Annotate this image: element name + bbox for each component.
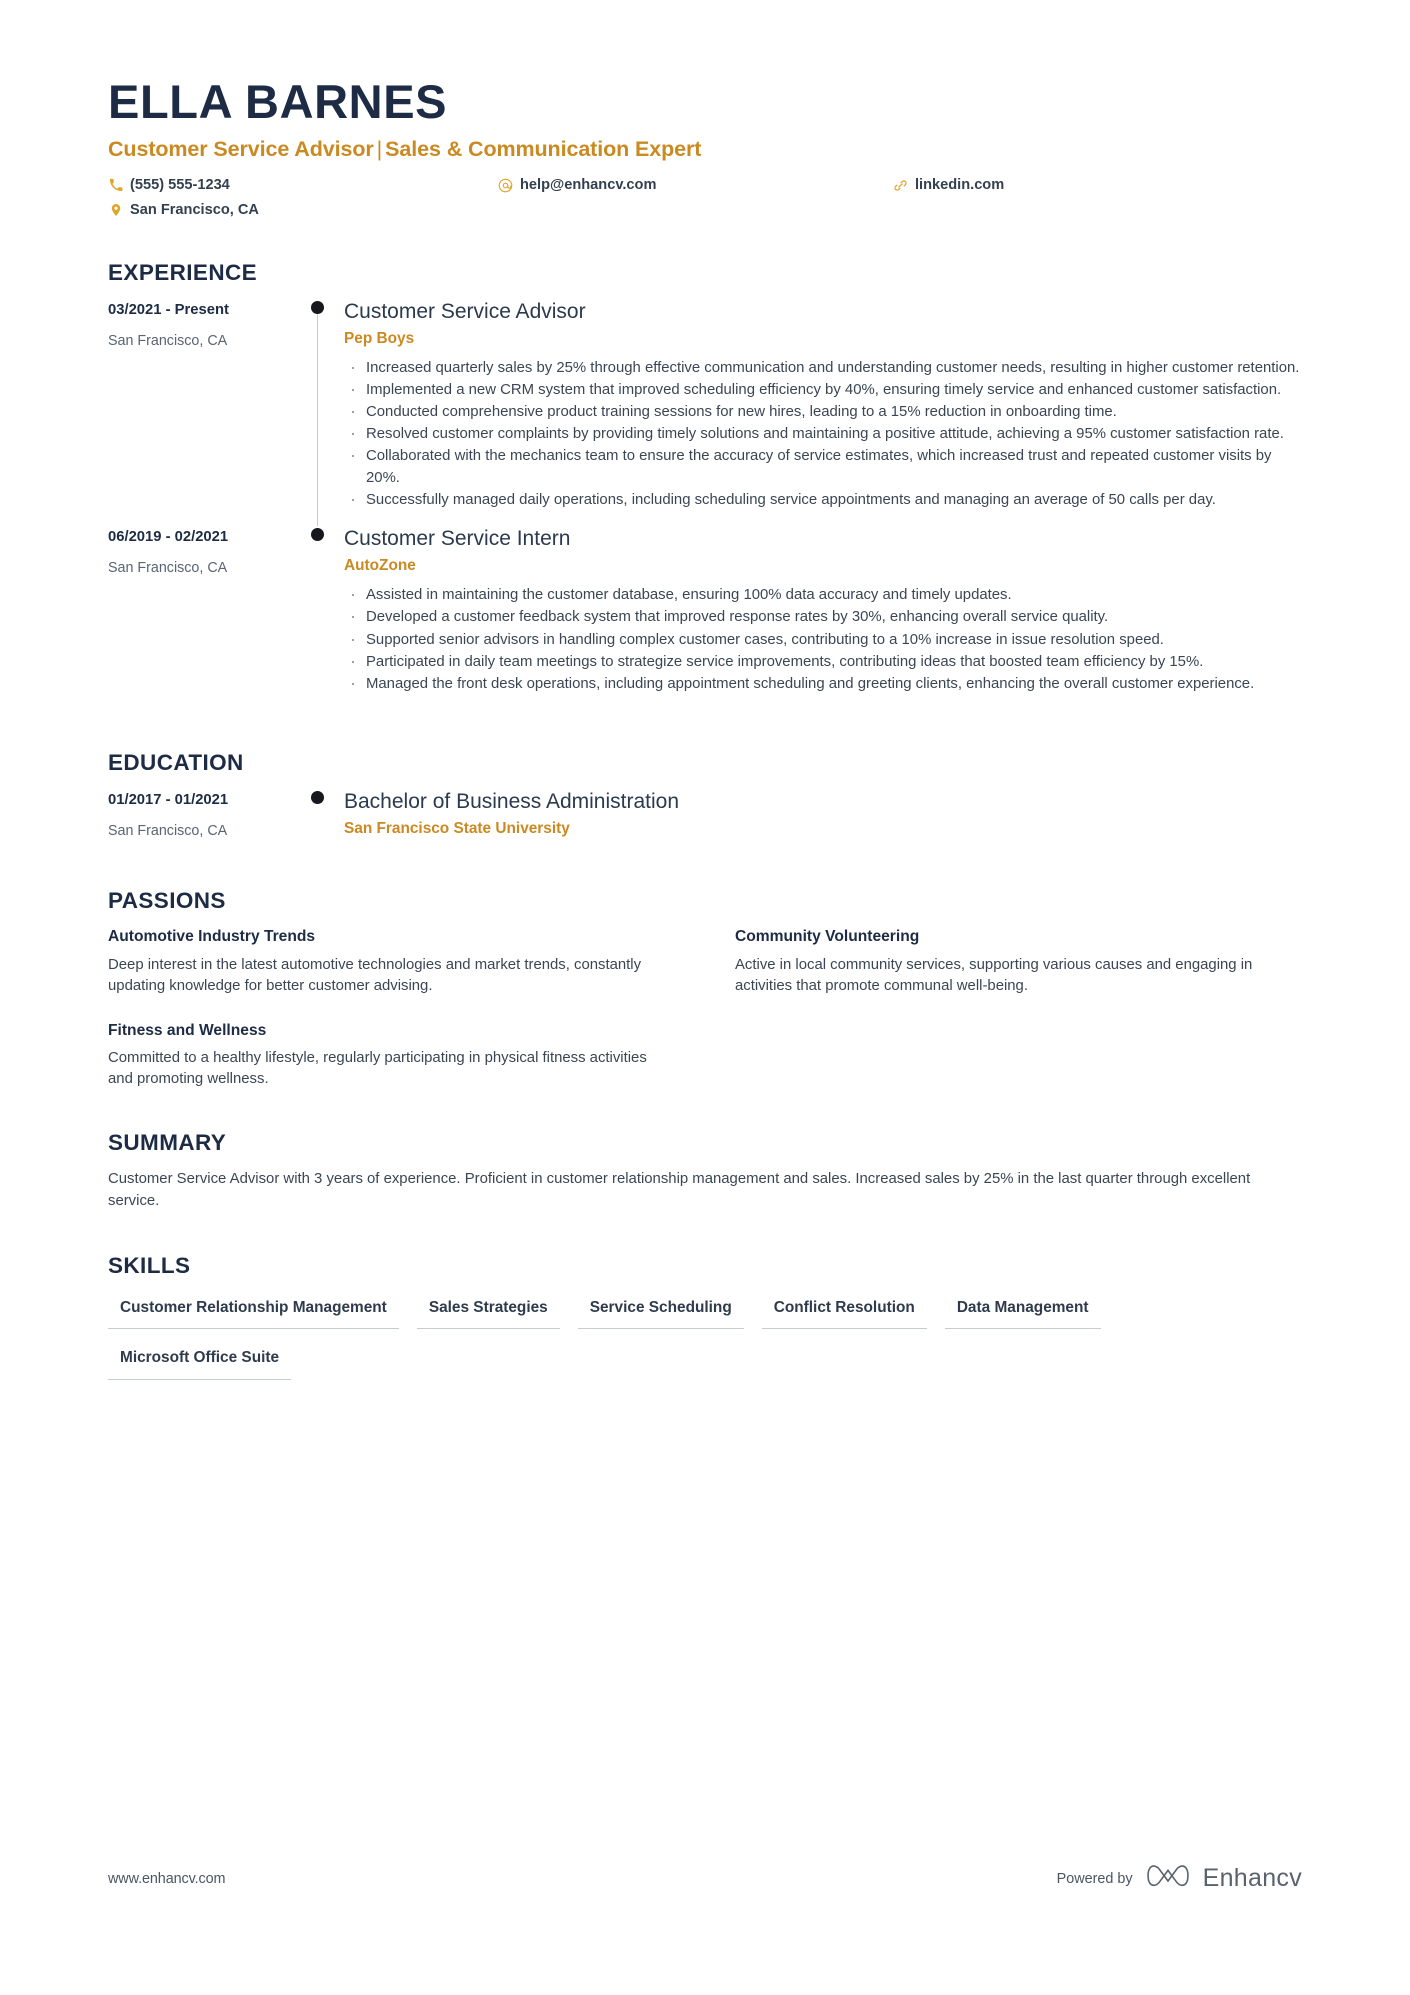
passion-text: Committed to a healthy lifestyle, regula… [108,1050,647,1088]
footer-powered-by-label: Powered by [1056,1870,1133,1887]
phone-icon [108,178,123,193]
experience-entry-body: Customer Service Advisor Pep Boys Increa… [340,299,1302,526]
skill-chip: Conflict Resolution [761,1292,927,1330]
passion-title: Community Volunteering [735,928,920,946]
experience-entry-body: Customer Service Intern AutoZone Assiste… [340,526,1302,710]
summary-section-title: SUMMARY [108,1130,227,1156]
timeline-rail [298,526,340,710]
passions-section-title: PASSIONS [108,888,226,914]
skills-list: Customer Relationship Management Sales S… [108,1292,1138,1380]
education-section-title: EDUCATION [108,749,244,775]
footer-branding: Powered by Enhancv [1057,1862,1302,1895]
passion-text: Deep interest in the latest automotive t… [108,956,642,994]
experience-entry-role: Customer Service Advisor [344,299,586,323]
passion-item: Community Volunteering Active in local c… [735,927,1302,997]
experience-entry-company: Pep Boys [344,329,415,347]
skill-chip: Data Management [944,1292,1101,1330]
contact-email-text: help@enhancv.com [520,176,657,193]
experience-entry-bullets: Assisted in maintaining the customer dat… [344,583,1302,696]
timeline-dot [311,527,324,541]
experience-entry-company: AutoZone [344,557,416,575]
passion-title: Fitness and Wellness [108,1021,267,1039]
timeline-rail [298,299,340,526]
passions-grid: Automotive Industry Trends Deep interest… [108,927,1302,1090]
experience-entry-date: 06/2019 - 02/2021 [108,528,229,545]
contact-linkedin-text: linkedin.com [915,176,1005,193]
timeline-line [317,304,319,526]
contact-linkedin[interactable]: linkedin.com [893,176,1302,195]
skill-chip: Customer Relationship Management [108,1292,399,1330]
experience-entry-role: Customer Service Intern [344,526,571,550]
summary-section: SUMMARY Customer Service Advisor with 3 … [108,1130,1302,1212]
enhancv-brand-name: Enhancv [1202,1864,1302,1892]
timeline-dot [311,790,324,804]
skill-chip: Sales Strategies [416,1292,560,1330]
education-entry-location: San Francisco, CA [108,823,228,840]
bullet-item: Assisted in maintaining the customer dat… [344,583,1302,607]
experience-entry: 03/2021 - Present San Francisco, CA Cust… [108,299,1302,526]
contact-location-text: San Francisco, CA [130,201,259,218]
experience-entry-meta: 06/2019 - 02/2021 San Francisco, CA [108,526,298,710]
bullet-item: Supported senior advisors in handling co… [344,628,1302,652]
candidate-headline: Customer Service Advisor | Sales & Communi… [108,137,1302,162]
contact-email[interactable]: help@enhancv.com [498,176,893,195]
bullet-item: Increased quarterly sales by 25% through… [344,356,1302,380]
bullet-item: Managed the front desk operations, inclu… [344,672,1302,696]
skills-section-title: SKILLS [108,1252,191,1278]
experience-entry-location: San Francisco, CA [108,560,228,577]
contact-phone-text: (555) 555-1234 [130,176,230,193]
bullet-item: Conducted comprehensive product training… [344,400,1302,424]
footer-website-url[interactable]: www.enhancv.com [108,1871,226,1887]
contact-location: San Francisco, CA [108,201,498,220]
resume-header: ELLA BARNES Customer Service Advisor | Sal… [108,78,1302,220]
skill-chip: Microsoft Office Suite [108,1342,292,1380]
bullet-item: Developed a customer feedback system tha… [344,605,1302,629]
resume-page: ELLA BARNES Customer Service Advisor | Sal… [0,0,1410,1995]
headline-divider: | [376,137,383,161]
passion-item: Automotive Industry Trends Deep interest… [108,927,675,997]
bullet-item: Successfully managed daily operations, i… [344,488,1302,512]
education-section: EDUCATION 01/2017 - 01/2021 San Francisc… [108,750,1302,848]
candidate-name: ELLA BARNES [108,75,448,128]
passion-item: Fitness and Wellness Committed to a heal… [108,1021,675,1091]
headline-secondary: Sales & Communication Expert [385,137,702,161]
email-icon [498,178,513,193]
experience-section: EXPERIENCE 03/2021 - Present San Francis… [108,260,1302,710]
skill-chip: Service Scheduling [577,1292,744,1330]
skills-section: SKILLS Customer Relationship Management … [108,1253,1302,1380]
education-entry-meta: 01/2017 - 01/2021 San Francisco, CA [108,789,298,848]
experience-entry-date: 03/2021 - Present [108,301,229,318]
passions-section: PASSIONS Automotive Industry Trends Deep… [108,888,1302,1090]
enhancv-logo-icon [1146,1862,1190,1895]
experience-entry-bullets: Increased quarterly sales by 25% through… [344,356,1302,512]
experience-entry-meta: 03/2021 - Present San Francisco, CA [108,299,298,526]
passion-title: Automotive Industry Trends [108,928,316,946]
education-entry-body: Bachelor of Business Administration San … [340,789,1302,848]
bullet-item: Resolved customer complaints by providin… [344,422,1302,446]
passion-text: Active in local community services, supp… [735,956,1253,994]
contact-details: (555) 555-1234 help@enhancv.com linkedin… [108,176,1302,220]
summary-text: Customer Service Advisor with 3 years of… [108,1171,1251,1210]
experience-entry: 06/2019 - 02/2021 San Francisco, CA Cust… [108,526,1302,710]
location-pin-icon [108,203,123,218]
contact-phone[interactable]: (555) 555-1234 [108,176,498,195]
experience-section-title: EXPERIENCE [108,259,258,285]
headline-primary: Customer Service Advisor [108,137,374,161]
bullet-item: Participated in daily team meetings to s… [344,650,1302,674]
timeline-dot [311,300,324,314]
resume-footer: www.enhancv.com Powered by Enhancv [108,1862,1302,1895]
education-entry-school: San Francisco State University [344,820,570,838]
experience-entry-location: San Francisco, CA [108,332,228,349]
bullet-item: Implemented a new CRM system that improv… [344,378,1302,402]
education-entry: 01/2017 - 01/2021 San Francisco, CA Bach… [108,789,1302,848]
timeline-rail [298,789,340,848]
link-icon [893,178,908,193]
education-entry-degree: Bachelor of Business Administration [344,789,680,813]
education-entry-date: 01/2017 - 01/2021 [108,791,229,808]
bullet-item: Collaborated with the mechanics team to … [344,444,1302,488]
